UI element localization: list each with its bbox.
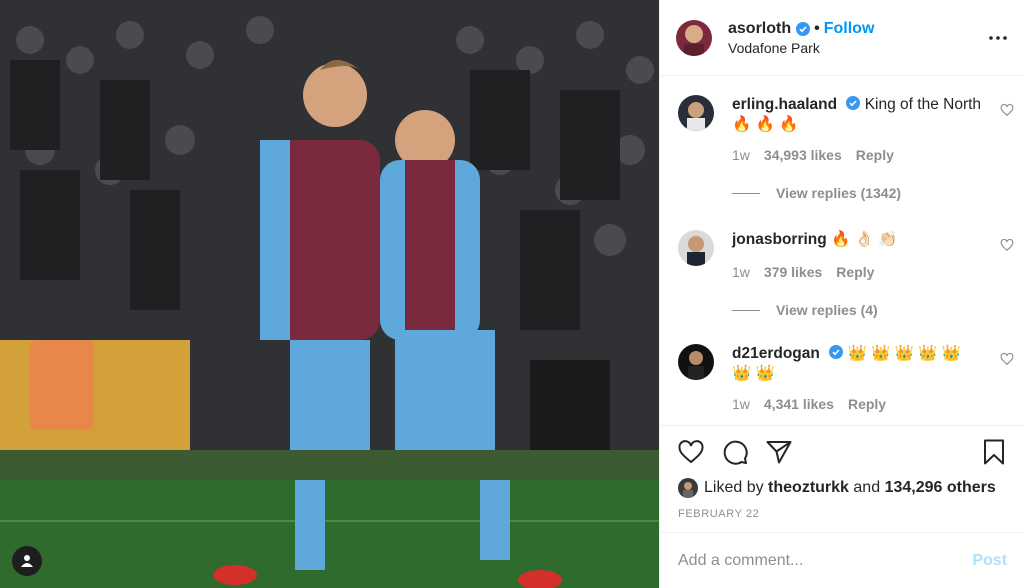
replies-divider: [732, 192, 760, 194]
share-icon: [766, 441, 792, 464]
liked-by-user[interactable]: theozturkk: [768, 479, 849, 497]
follow-button[interactable]: Follow: [824, 20, 875, 38]
comment-item: jonasborring 🔥 👌🏻 👏🏻 1w 379 likes Reply …: [678, 230, 1014, 318]
user-tag-button[interactable]: [12, 546, 42, 576]
comment-text: d21erdogan 👑 👑 👑 👑 👑 👑 👑: [732, 344, 982, 384]
verified-badge-icon: [829, 345, 844, 359]
liker-avatar-image: [678, 478, 698, 498]
add-comment-bar: Post: [660, 532, 1024, 588]
liked-by-prefix: Liked by: [704, 479, 764, 496]
ellipsis-icon: [989, 36, 1007, 40]
comment-input[interactable]: [678, 551, 973, 570]
comment-reply-button[interactable]: Reply: [856, 147, 894, 163]
post-sidebar: asorloth • Follow Vodafone Park erling.h…: [659, 0, 1024, 588]
bookmark-icon: [984, 439, 1004, 465]
post-comment-button[interactable]: Post: [972, 552, 1007, 570]
share-button[interactable]: [764, 437, 794, 467]
post-photo[interactable]: [0, 0, 659, 588]
comment-meta: 1w 4,341 likes Reply: [732, 396, 1008, 412]
post-location[interactable]: Vodafone Park: [728, 40, 874, 56]
comment-likes[interactable]: 379 likes: [764, 264, 822, 280]
heart-icon: [678, 440, 704, 464]
post-actions: Liked by theozturkk and 134,296 others F…: [660, 425, 1024, 531]
like-button[interactable]: [676, 437, 706, 467]
comment-age[interactable]: 1w: [732, 264, 750, 280]
liker-avatar[interactable]: [678, 478, 698, 498]
save-button[interactable]: [979, 437, 1009, 467]
comment-item: d21erdogan 👑 👑 👑 👑 👑 👑 👑 1w 4,341 likes …: [678, 344, 1014, 412]
comment-meta: 1w 379 likes Reply: [732, 264, 1008, 280]
replies-divider: [732, 309, 760, 311]
view-replies-button[interactable]: View replies (1342): [732, 185, 1008, 201]
commenter-avatar-image: [678, 344, 714, 380]
crowd-background: [0, 0, 659, 480]
action-icons: [660, 426, 1024, 478]
comment-like-icon[interactable]: [1000, 103, 1014, 117]
verified-badge-icon: [796, 21, 811, 36]
post-header: asorloth • Follow Vodafone Park: [660, 0, 1024, 76]
comment-text: erling.haaland King of the North🔥 🔥 🔥: [732, 95, 982, 135]
commenter-avatar-image: [678, 95, 714, 131]
post-date[interactable]: FEBRUARY 22: [660, 508, 1024, 520]
author-avatar-image: [676, 19, 712, 56]
view-replies-button[interactable]: View replies (4): [732, 302, 1008, 318]
comment-reply-button[interactable]: Reply: [836, 264, 874, 280]
comment-button[interactable]: [720, 437, 750, 467]
pitch: [0, 480, 659, 588]
comment-meta: 1w 34,993 likes Reply: [732, 147, 1008, 163]
user-icon: [21, 555, 33, 567]
author-avatar[interactable]: [676, 19, 712, 56]
comment-likes[interactable]: 34,993 likes: [764, 147, 842, 163]
comment-like-icon[interactable]: [1000, 352, 1014, 366]
commenter-avatar[interactable]: [678, 344, 714, 380]
comment-text: jonasborring 🔥 👌🏻 👏🏻: [732, 230, 982, 250]
commenter-avatar[interactable]: [678, 230, 714, 266]
separator-dot: •: [814, 19, 820, 37]
comment-username[interactable]: d21erdogan: [732, 345, 820, 362]
commenter-avatar-image: [678, 230, 714, 266]
author-username[interactable]: asorloth: [728, 20, 791, 38]
comment-age[interactable]: 1w: [732, 147, 750, 163]
comment-age[interactable]: 1w: [732, 396, 750, 412]
verified-badge-icon: [846, 96, 861, 110]
view-replies-label: View replies (4): [776, 302, 878, 318]
comment-username[interactable]: erling.haaland: [732, 96, 837, 113]
comment-item: erling.haaland King of the North🔥 🔥 🔥 1w…: [678, 95, 1014, 201]
comment-likes[interactable]: 4,341 likes: [764, 396, 834, 412]
likes-summary: Liked by theozturkk and 134,296 others: [660, 478, 1024, 498]
comments-list[interactable]: erling.haaland King of the North🔥 🔥 🔥 1w…: [660, 77, 1024, 425]
view-replies-label: View replies (1342): [776, 185, 902, 201]
comment-content: 🔥 👌🏻 👏🏻: [831, 231, 898, 248]
commenter-avatar[interactable]: [678, 95, 714, 131]
comment-username[interactable]: jonasborring: [732, 231, 827, 248]
liked-by-and: and: [853, 479, 881, 496]
more-options-button[interactable]: [986, 26, 1010, 50]
liked-by-others[interactable]: 134,296 others: [885, 479, 996, 497]
comment-like-icon[interactable]: [1000, 238, 1014, 252]
comment-icon: [723, 440, 748, 465]
comment-reply-button[interactable]: Reply: [848, 396, 886, 412]
